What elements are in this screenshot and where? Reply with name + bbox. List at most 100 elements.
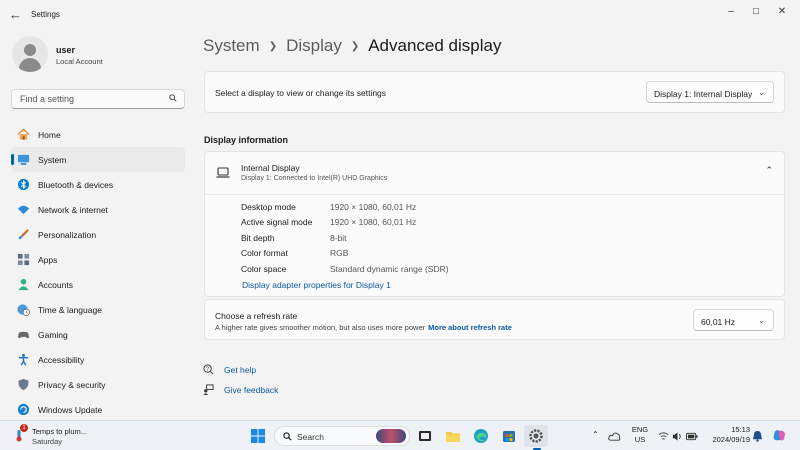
- brush-icon: [18, 229, 29, 240]
- feedback-icon: [203, 384, 214, 395]
- sidebar-item-accessibility[interactable]: Accessibility: [11, 347, 185, 372]
- find-setting-search: [11, 89, 185, 109]
- color-space-label: Color space: [241, 264, 287, 274]
- search-highlight-image: [376, 429, 406, 443]
- title-bar: ← Settings – □ ✕: [0, 0, 800, 30]
- weather-day: Saturday: [32, 437, 63, 446]
- volume-icon[interactable]: [672, 431, 683, 442]
- sidebar-nav: Home System Bluetooth & devices Network …: [11, 122, 185, 422]
- display-info-header[interactable]: Internal Display Display 1: Connected to…: [205, 152, 784, 195]
- sidebar-item-home[interactable]: Home: [11, 122, 185, 147]
- file-explorer-icon[interactable]: [445, 428, 461, 444]
- display-select-value: Display 1: Internal Display: [654, 89, 753, 99]
- chevron-up-icon[interactable]: ⌃: [765, 165, 773, 176]
- search-input[interactable]: [18, 93, 162, 105]
- system-icon: [17, 154, 30, 165]
- sidebar-item-gaming[interactable]: Gaming: [11, 322, 185, 347]
- color-format-label: Color format: [241, 248, 288, 258]
- taskbar-search[interactable]: Search: [274, 426, 410, 446]
- get-help-label: Get help: [224, 365, 257, 375]
- avatar-head: [24, 44, 36, 56]
- display-adapter-link[interactable]: Display adapter properties for Display 1: [242, 280, 391, 290]
- chevron-up-icon[interactable]: ⌃: [592, 430, 599, 439]
- maximize-button[interactable]: □: [745, 4, 767, 20]
- sidebar-item-system[interactable]: System: [11, 147, 185, 172]
- taskbar: 1 Temps to plum... Saturday Search ⌃ ENG…: [0, 420, 800, 450]
- weather-badge: 1: [20, 424, 28, 432]
- sidebar-item-privacy[interactable]: Privacy & security: [11, 372, 185, 397]
- sidebar-item-label: Bluetooth & devices: [38, 180, 114, 190]
- language-indicator[interactable]: ENG US: [628, 425, 652, 445]
- bit-depth-value: 8-bit: [330, 233, 347, 243]
- microsoft-store-icon[interactable]: [501, 428, 517, 444]
- window-title: Settings: [31, 10, 60, 19]
- give-feedback-label: Give feedback: [224, 385, 279, 395]
- laptop-icon: [216, 167, 230, 178]
- refresh-rate-title: Choose a refresh rate: [215, 311, 298, 321]
- notification-bell-icon[interactable]: [752, 430, 763, 442]
- edge-browser-icon[interactable]: [473, 428, 489, 444]
- wifi-icon: [17, 205, 30, 215]
- breadcrumb-system[interactable]: System: [203, 36, 260, 55]
- sidebar-item-network[interactable]: Network & internet: [11, 197, 185, 222]
- weather-widget[interactable]: 1 Temps to plum... Saturday: [12, 424, 112, 446]
- search-icon[interactable]: [169, 94, 177, 102]
- page-title: Advanced display: [368, 36, 502, 55]
- avatar[interactable]: [12, 36, 48, 72]
- task-view-icon[interactable]: [417, 428, 433, 444]
- sidebar-item-windows-update[interactable]: Windows Update: [11, 397, 185, 422]
- avatar-body: [19, 58, 41, 72]
- copilot-icon[interactable]: [772, 428, 787, 443]
- sidebar-item-label: Gaming: [38, 330, 68, 340]
- close-button[interactable]: ✕: [771, 4, 793, 20]
- clock-date: 2024/09/19: [712, 435, 750, 444]
- wifi-icon[interactable]: [658, 431, 669, 442]
- select-display-label: Select a display to view or change its s…: [215, 88, 387, 98]
- desktop-mode-label: Desktop mode: [241, 202, 296, 212]
- minimize-button[interactable]: –: [720, 4, 742, 20]
- cloud-icon[interactable]: [608, 430, 621, 443]
- home-icon: [17, 128, 30, 140]
- refresh-rate-dropdown[interactable]: 60,01 Hz ⌄: [693, 309, 774, 331]
- svg-text:?: ?: [206, 367, 209, 373]
- select-display-card: Select a display to view or change its s…: [204, 71, 785, 113]
- person-icon: [18, 278, 29, 291]
- sidebar-item-label: Home: [38, 130, 61, 140]
- display-info-card: Internal Display Display 1: Connected to…: [204, 151, 785, 297]
- windows-start-icon[interactable]: [250, 428, 266, 444]
- apps-icon: [17, 253, 30, 266]
- refresh-rate-value: 60,01 Hz: [701, 317, 736, 327]
- display-name: Internal Display: [241, 163, 300, 173]
- region-code: US: [634, 435, 646, 444]
- breadcrumb-display[interactable]: Display: [286, 36, 342, 55]
- shield-icon: [18, 378, 29, 391]
- clock[interactable]: 15:13 2024/09/19: [700, 425, 750, 445]
- gamepad-icon: [17, 331, 30, 339]
- sidebar-item-label: Privacy & security: [38, 380, 106, 390]
- breadcrumb: System ❯ Display ❯ Advanced display: [203, 36, 501, 56]
- sidebar-item-label: System: [38, 155, 67, 165]
- refresh-rate-card: Choose a refresh rate A higher rate give…: [204, 299, 785, 340]
- display-info-heading: Display information: [204, 135, 289, 145]
- search-icon: [283, 432, 292, 441]
- sidebar-item-accounts[interactable]: Accounts: [11, 272, 185, 297]
- clock-time: 15:13: [731, 425, 750, 434]
- weather-title: Temps to plum...: [32, 427, 88, 436]
- active-signal-value: 1920 × 1080, 60,01 Hz: [330, 217, 417, 227]
- language-code: ENG: [631, 425, 649, 434]
- color-space-value: Standard dynamic range (SDR): [330, 264, 449, 274]
- account-type: Local Account: [56, 57, 103, 66]
- sidebar-item-personalization[interactable]: Personalization: [11, 222, 185, 247]
- battery-icon[interactable]: [686, 431, 698, 442]
- back-arrow-icon[interactable]: ←: [9, 7, 22, 22]
- more-about-refresh-rate-link[interactable]: More about refresh rate: [428, 323, 512, 332]
- update-icon: [17, 403, 30, 416]
- settings-gear-icon[interactable]: [528, 428, 544, 444]
- display-select-dropdown[interactable]: Display 1: Internal Display ⌄: [646, 81, 774, 103]
- sidebar-item-apps[interactable]: Apps: [11, 247, 185, 272]
- desktop-mode-value: 1920 × 1080, 60,01 Hz: [330, 202, 417, 212]
- sidebar-item-bluetooth[interactable]: Bluetooth & devices: [11, 172, 185, 197]
- chevron-right-icon: ❯: [350, 41, 360, 52]
- sidebar-item-time-language[interactable]: Time & language: [11, 297, 185, 322]
- bluetooth-icon: [17, 178, 30, 191]
